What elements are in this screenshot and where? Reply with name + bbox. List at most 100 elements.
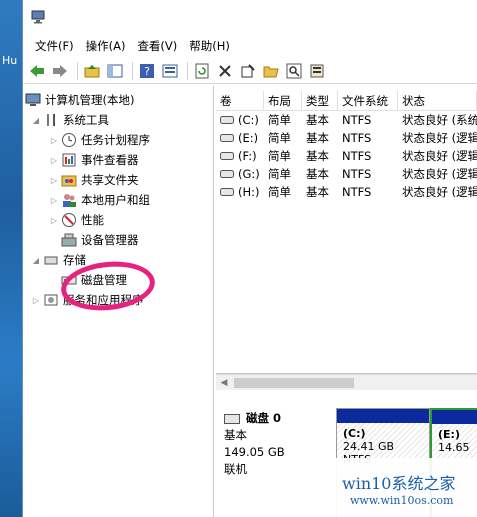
desktop-label: Hu	[2, 54, 18, 67]
column-header-filesystem[interactable]: 文件系统	[338, 91, 398, 110]
computer-management-window: 文件(F) 操作(A) 查看(V) 帮助(H) ? 计算机管理(本地) ◢ 系统…	[22, 0, 477, 517]
tree-label: 服务和应用程序	[63, 293, 144, 307]
menu-bar: 文件(F) 操作(A) 查看(V) 帮助(H)	[23, 34, 477, 58]
search-icon[interactable]	[284, 61, 304, 81]
collapse-arrow-icon[interactable]: ◢	[31, 115, 41, 125]
users-icon	[63, 194, 76, 207]
layout-cell: 简单	[264, 165, 302, 183]
layout-cell-text: 简单	[268, 167, 291, 181]
tree-item-system-tools[interactable]: ◢ 系统工具	[23, 110, 213, 130]
filesystem-cell: NTFS	[338, 147, 398, 165]
scroll-left-icon[interactable]: ◀	[218, 377, 230, 389]
volume-icon	[220, 170, 234, 178]
status-cell-text: 状态良好 (逻辑	[402, 185, 477, 199]
table-row[interactable]: (C:) 简单 基本 NTFS 状态良好 (系统	[216, 111, 477, 129]
column-header-type[interactable]: 类型	[302, 91, 338, 110]
layout-cell-text: 简单	[268, 149, 291, 163]
forward-icon[interactable]	[50, 61, 70, 81]
scroll-thumb[interactable]	[234, 378, 354, 388]
expand-arrow-icon[interactable]: ▷	[49, 135, 59, 145]
help-icon[interactable]: ?	[137, 61, 157, 81]
column-header-status[interactable]: 状态	[398, 91, 477, 110]
filesystem-cell: NTFS	[338, 111, 398, 129]
up-folder-icon[interactable]	[82, 61, 102, 81]
tree-label: 本地用户和组	[81, 193, 150, 207]
menu-file[interactable]: 文件(F)	[29, 35, 80, 57]
table-row[interactable]: (E:) 简单 基本 NTFS 状态良好 (逻辑	[216, 129, 477, 147]
layout-cell-text: 简单	[268, 113, 291, 127]
tools-icon	[47, 114, 55, 126]
tree-label: 性能	[81, 213, 104, 227]
filesystem-cell-text: NTFS	[342, 131, 372, 145]
layout-cell: 简单	[264, 129, 302, 147]
menu-view[interactable]: 查看(V)	[131, 35, 183, 57]
details-pane: 卷 布局 类型 文件系统 状态 (C:) 简单 基本 NTFS 状态良好 (系统 (E:)…	[216, 86, 477, 517]
partition-bar	[337, 409, 429, 423]
tree-item-shared-folders[interactable]: ▷ 共享文件夹	[23, 170, 213, 190]
status-cell: 状态良好 (逻辑	[398, 147, 477, 165]
table-row[interactable]: (G:) 简单 基本 NTFS 状态良好 (逻辑	[216, 165, 477, 183]
menu-action[interactable]: 操作(A)	[80, 35, 132, 57]
column-header-volume[interactable]: 卷	[216, 91, 264, 110]
horizontal-scrollbar[interactable]: ◀	[216, 374, 477, 390]
expand-arrow-icon[interactable]: ▷	[49, 195, 59, 205]
tree-label: 系统工具	[63, 113, 109, 127]
tree-label: 存储	[63, 253, 86, 267]
expand-arrow-icon[interactable]: ▷	[49, 175, 59, 185]
expand-arrow-icon[interactable]: ▷	[31, 295, 41, 305]
disk-icon[interactable]	[307, 61, 327, 81]
delete-icon[interactable]	[215, 61, 235, 81]
tree-item-task-scheduler[interactable]: ▷ 任务计划程序	[23, 130, 213, 150]
tree-label: 任务计划程序	[81, 133, 150, 147]
svg-text:?: ?	[144, 65, 150, 78]
watermark-url: www.win10os.com	[350, 494, 454, 507]
table-row[interactable]: (F:) 简单 基本 NTFS 状态良好 (逻辑	[216, 147, 477, 165]
toolbar: ?	[23, 58, 477, 84]
layout-cell-text: 简单	[268, 131, 291, 145]
desktop-background: Hu	[0, 0, 22, 517]
tree-item-services-apps[interactable]: ▷ 服务和应用程序	[23, 290, 213, 310]
type-cell-text: 基本	[306, 167, 329, 181]
partition-label: (C:)	[343, 427, 366, 440]
volume-icon	[220, 152, 234, 160]
filesystem-cell-text: NTFS	[342, 149, 372, 163]
partition-detail: 14.65	[438, 441, 470, 454]
volume-cell: (G:)	[216, 165, 264, 183]
tree-item-root[interactable]: 计算机管理(本地)	[23, 90, 213, 110]
view-icon[interactable]	[160, 61, 180, 81]
type-cell: 基本	[302, 183, 338, 201]
expand-arrow-icon[interactable]: ▷	[49, 155, 59, 165]
tree-item-local-users[interactable]: ▷ 本地用户和组	[23, 190, 213, 210]
volume-cell-text: (E:)	[238, 131, 259, 145]
open-icon[interactable]	[261, 61, 281, 81]
filesystem-cell: NTFS	[338, 165, 398, 183]
menu-help[interactable]: 帮助(H)	[183, 35, 236, 57]
refresh-icon[interactable]	[192, 61, 212, 81]
table-row[interactable]: (H:) 简单 基本 NTFS 状态良好 (逻辑	[216, 183, 477, 201]
layout-cell: 简单	[264, 111, 302, 129]
disk-type: 基本	[224, 428, 247, 442]
tree-item-disk-management[interactable]: 磁盘管理	[23, 270, 213, 290]
tree-item-storage[interactable]: ◢ 存储	[23, 250, 213, 270]
status-cell: 状态良好 (逻辑	[398, 183, 477, 201]
volume-cell: (F:)	[216, 147, 264, 165]
volume-icon	[220, 188, 234, 196]
collapse-arrow-icon[interactable]: ◢	[31, 255, 41, 265]
content-area: 计算机管理(本地) ◢ 系统工具 ▷ 任务计划程序 ▷ 事件查看器 ▷ 共享文件…	[23, 86, 477, 517]
toolbar-separator	[77, 61, 78, 80]
volume-cell: (E:)	[216, 129, 264, 147]
type-cell-text: 基本	[306, 113, 329, 127]
navigation-tree: 计算机管理(本地) ◢ 系统工具 ▷ 任务计划程序 ▷ 事件查看器 ▷ 共享文件…	[23, 86, 214, 517]
tree-item-event-viewer[interactable]: ▷ 事件查看器	[23, 150, 213, 170]
back-icon[interactable]	[27, 61, 47, 81]
properties-icon[interactable]	[238, 61, 258, 81]
volume-icon	[220, 134, 234, 142]
type-cell-text: 基本	[306, 185, 329, 199]
tree-item-device-manager[interactable]: 设备管理器	[23, 230, 213, 250]
toolbar-separator	[187, 61, 188, 80]
expand-arrow-icon[interactable]: ▷	[49, 215, 59, 225]
tree-item-performance[interactable]: ▷ 性能	[23, 210, 213, 230]
column-header-layout[interactable]: 布局	[264, 91, 302, 110]
services-icon	[44, 294, 58, 306]
show-hide-tree-icon[interactable]	[105, 61, 125, 81]
